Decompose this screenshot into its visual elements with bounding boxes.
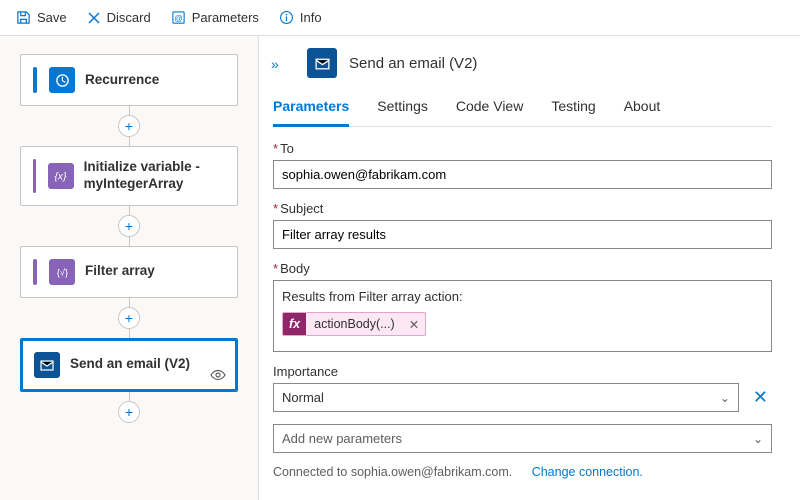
- tab-parameters[interactable]: Parameters: [273, 92, 349, 127]
- info-label: Info: [300, 10, 322, 25]
- to-input[interactable]: [273, 160, 772, 189]
- tab-testing[interactable]: Testing: [551, 92, 595, 126]
- connected-text: Connected to sophia.owen@fabrikam.com.: [273, 465, 512, 479]
- step-recurrence[interactable]: Recurrence: [20, 54, 238, 106]
- add-step-button[interactable]: +: [118, 115, 140, 137]
- subject-input[interactable]: [273, 220, 772, 249]
- email-icon: [34, 352, 60, 378]
- info-button[interactable]: Info: [271, 6, 330, 29]
- add-step-button[interactable]: +: [118, 215, 140, 237]
- email-icon: [307, 48, 337, 78]
- add-parameters-select[interactable]: Add new parameters ⌄: [273, 424, 772, 453]
- accent-bar: [33, 259, 37, 285]
- body-label: Body: [280, 261, 310, 276]
- chevron-down-icon: ⌄: [753, 432, 763, 446]
- panel-header: Send an email (V2): [307, 48, 772, 78]
- peek-icon[interactable]: [210, 369, 226, 384]
- importance-value: Normal: [282, 390, 324, 405]
- field-importance: Importance Normal ⌄ ✕: [273, 364, 772, 412]
- connector: +: [20, 392, 238, 423]
- tab-settings[interactable]: Settings: [377, 92, 428, 126]
- step-title: Filter array: [85, 263, 155, 280]
- accent-bar: [33, 159, 36, 193]
- svg-text:{x}: {x}: [55, 172, 68, 183]
- body-editor[interactable]: Results from Filter array action: fx act…: [273, 280, 772, 352]
- clock-icon: [49, 67, 75, 93]
- parameters-icon: @: [171, 10, 186, 25]
- importance-select[interactable]: Normal ⌄: [273, 383, 739, 412]
- details-panel: » Send an email (V2) Parameters Settings…: [258, 36, 800, 500]
- add-step-button[interactable]: +: [118, 401, 140, 423]
- field-body: *Body Results from Filter array action: …: [273, 261, 772, 352]
- fx-icon: fx: [283, 313, 306, 335]
- toolbar: Save Discard @ Parameters Info: [0, 0, 800, 36]
- connector: +: [20, 206, 238, 246]
- token-remove-button[interactable]: ✕: [403, 317, 425, 332]
- field-to: *To: [273, 141, 772, 189]
- subject-label: Subject: [280, 201, 323, 216]
- step-title: Initialize variable - myIntegerArray: [84, 159, 225, 193]
- info-icon: [279, 10, 294, 25]
- step-title: Recurrence: [85, 72, 159, 89]
- panel-title: Send an email (V2): [349, 55, 477, 72]
- importance-label: Importance: [273, 364, 772, 379]
- field-subject: *Subject: [273, 201, 772, 249]
- parameters-label: Parameters: [192, 10, 259, 25]
- tab-about[interactable]: About: [624, 92, 661, 126]
- svg-text:{√}: {√}: [56, 268, 67, 278]
- parameters-button[interactable]: @ Parameters: [163, 6, 267, 29]
- step-initialize-variable[interactable]: {x} Initialize variable - myIntegerArray: [20, 146, 238, 206]
- token-text: actionBody(...): [306, 313, 403, 335]
- save-button[interactable]: Save: [8, 6, 75, 29]
- accent-bar: [33, 67, 37, 93]
- body-text: Results from Filter array action:: [282, 289, 763, 304]
- to-label: To: [280, 141, 294, 156]
- step-send-email[interactable]: Send an email (V2): [20, 338, 238, 392]
- chevron-down-icon: ⌄: [720, 391, 730, 405]
- tab-code-view[interactable]: Code View: [456, 92, 523, 126]
- discard-icon: [87, 11, 101, 25]
- add-parameters-label: Add new parameters: [282, 431, 402, 446]
- svg-text:@: @: [174, 13, 183, 23]
- expression-token[interactable]: fx actionBody(...) ✕: [282, 312, 426, 336]
- connector: +: [20, 106, 238, 146]
- field-add-parameters: Add new parameters ⌄: [273, 424, 772, 453]
- clear-importance-button[interactable]: ✕: [749, 387, 772, 408]
- connector: +: [20, 298, 238, 338]
- save-label: Save: [37, 10, 67, 25]
- add-step-button[interactable]: +: [118, 307, 140, 329]
- collapse-panel-button[interactable]: »: [271, 56, 279, 72]
- variable-icon: {x}: [48, 163, 74, 189]
- panel-tabs: Parameters Settings Code View Testing Ab…: [273, 92, 772, 127]
- designer-canvas: Recurrence + {x} Initialize variable - m…: [0, 36, 258, 500]
- step-filter-array[interactable]: {√} Filter array: [20, 246, 238, 298]
- connection-footer: Connected to sophia.owen@fabrikam.com. C…: [273, 465, 772, 479]
- step-title: Send an email (V2): [70, 356, 190, 373]
- change-connection-link[interactable]: Change connection.: [532, 465, 643, 479]
- save-icon: [16, 10, 31, 25]
- discard-button[interactable]: Discard: [79, 6, 159, 29]
- discard-label: Discard: [107, 10, 151, 25]
- filter-icon: {√}: [49, 259, 75, 285]
